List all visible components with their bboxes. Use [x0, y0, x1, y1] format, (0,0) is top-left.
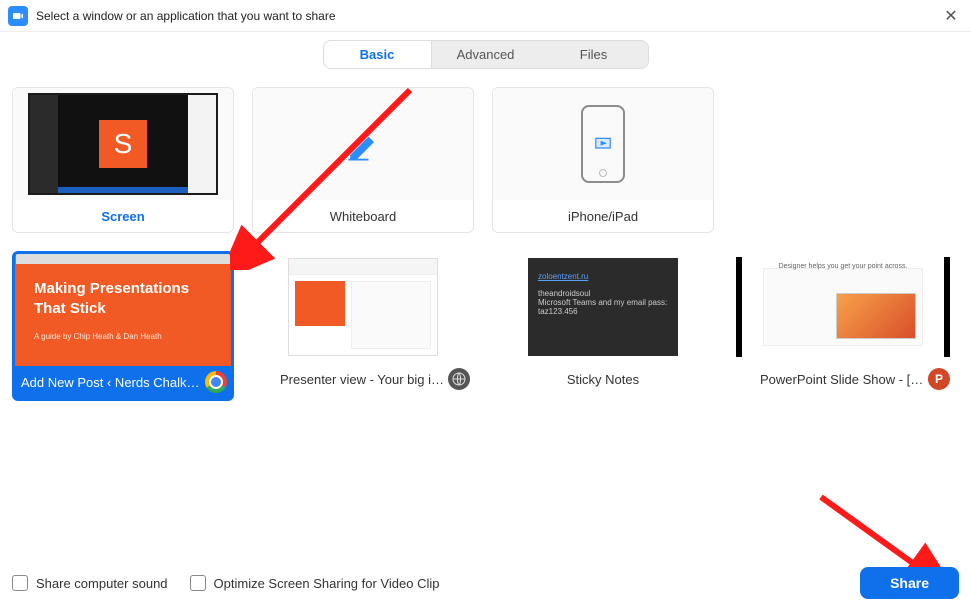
tab-basic[interactable]: Basic	[324, 41, 432, 68]
tile-label: Presenter view - Your big idea - G...	[280, 372, 446, 387]
tile-chrome-window[interactable]: Making Presentations That Stick A guide …	[12, 251, 234, 401]
tab-files[interactable]: Files	[540, 41, 648, 68]
checkbox-icon	[12, 575, 28, 591]
whiteboard-icon	[253, 88, 473, 200]
tile-label: Sticky Notes	[520, 372, 686, 387]
tile-iphone-ipad[interactable]: iPhone/iPad	[492, 87, 714, 233]
presenter-thumbnail	[252, 251, 474, 363]
powerpoint-icon: P	[928, 368, 950, 390]
tile-powerpoint[interactable]: Designer helps you get your point across…	[732, 251, 954, 401]
checkbox-icon	[190, 575, 206, 591]
window-title: Select a window or an application that y…	[36, 9, 939, 23]
checkbox-share-sound[interactable]: Share computer sound	[12, 575, 168, 591]
phone-icon	[493, 88, 713, 200]
tile-label: Screen	[41, 209, 205, 224]
slide-title: Making Presentations That Stick	[34, 279, 212, 318]
footer-bar: Share computer sound Optimize Screen Sha…	[0, 567, 971, 599]
zoom-app-icon	[8, 6, 28, 26]
tile-label: Add New Post ‹ Nerds Chalk — ...	[21, 375, 203, 390]
chrome-icon	[205, 371, 227, 393]
titlebar: Select a window or an application that y…	[0, 0, 971, 32]
sticky-thumbnail: zoloentzent.ru theandroidsoul Microsoft …	[492, 251, 714, 363]
tile-presenter-view[interactable]: Presenter view - Your big idea - G...	[252, 251, 474, 401]
checkbox-optimize-video[interactable]: Optimize Screen Sharing for Video Clip	[190, 575, 440, 591]
tile-whiteboard[interactable]: Whiteboard	[252, 87, 474, 233]
tile-sticky-notes[interactable]: zoloentzent.ru theandroidsoul Microsoft …	[492, 251, 714, 401]
tile-label: iPhone/iPad	[521, 209, 685, 224]
sticky-line: taz123.456	[538, 307, 668, 316]
tab-advanced[interactable]: Advanced	[432, 41, 540, 68]
close-icon[interactable]: ✕	[939, 4, 963, 28]
checkbox-label: Share computer sound	[36, 576, 168, 591]
sticky-link: zoloentzent.ru	[538, 272, 668, 281]
screen-thumbnail: S	[13, 88, 233, 200]
globe-icon	[448, 368, 470, 390]
share-button[interactable]: Share	[860, 567, 959, 599]
checkbox-label: Optimize Screen Sharing for Video Clip	[214, 576, 440, 591]
tile-label: Whiteboard	[281, 209, 445, 224]
ppt-thumbnail: Designer helps you get your point across…	[732, 251, 954, 363]
sticky-line: theandroidsoul	[538, 289, 668, 298]
tile-screen[interactable]: S Screen	[12, 87, 234, 233]
slide-subtitle: A guide by Chip Heath & Dan Heath	[34, 332, 212, 341]
tile-label: PowerPoint Slide Show - [Present...	[760, 372, 926, 387]
chrome-thumbnail: Making Presentations That Stick A guide …	[15, 254, 231, 366]
share-options-grid: S Screen Whiteboard iPhone/iPad	[0, 87, 971, 401]
share-mode-tabs: Basic Advanced Files	[0, 40, 971, 69]
sticky-line: Microsoft Teams and my email pass:	[538, 298, 668, 307]
ppt-caption: Designer helps you get your point across…	[779, 263, 908, 270]
